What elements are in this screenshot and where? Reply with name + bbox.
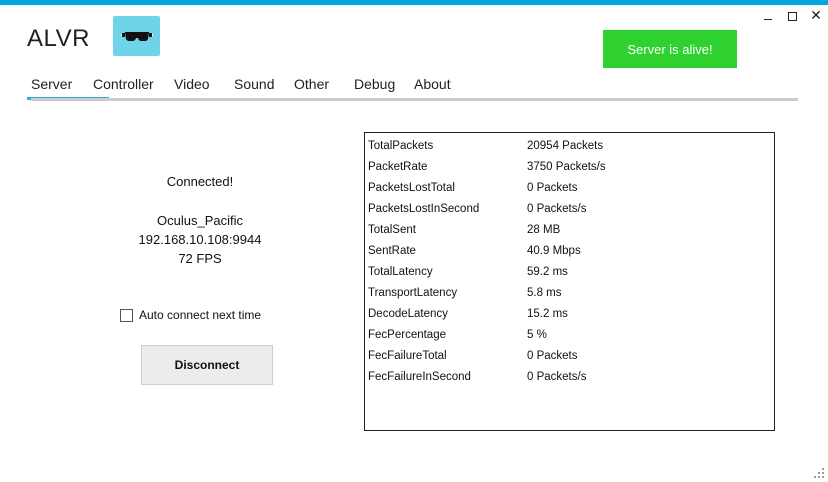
maximize-button[interactable] <box>780 7 804 25</box>
stat-name: TotalSent <box>368 223 416 236</box>
stat-value: 0 Packets/s <box>527 202 587 215</box>
tab-divider <box>31 98 798 101</box>
tab-video[interactable]: Video <box>174 74 234 100</box>
minimize-button[interactable] <box>756 7 780 25</box>
disconnect-button[interactable]: Disconnect <box>141 345 273 385</box>
stat-row: FecPercentage 5 % <box>365 324 774 345</box>
tab-bar: Server Controller Video Sound Other Debu… <box>27 74 464 100</box>
device-address: 192.168.10.108:9944 <box>138 232 262 247</box>
auto-connect-label: Auto connect next time <box>139 308 262 322</box>
tab-debug[interactable]: Debug <box>354 74 414 100</box>
stat-row: FecFailureTotal 0 Packets <box>365 345 774 366</box>
close-button[interactable]: ✕ <box>804 7 828 25</box>
app-title: ALVR <box>27 25 90 52</box>
window-accent-bar <box>0 0 828 5</box>
stat-row: PacketsLostTotal 0 Packets <box>365 177 774 198</box>
app-logo <box>113 16 160 56</box>
stat-row: PacketsLostInSecond 0 Packets/s <box>365 198 774 219</box>
tab-about[interactable]: About <box>414 74 464 100</box>
stat-value: 5 % <box>527 328 547 341</box>
stat-name: FecFailureInSecond <box>368 370 471 383</box>
stat-name: SentRate <box>368 244 416 257</box>
tab-controller[interactable]: Controller <box>93 74 174 100</box>
connection-status: Connected! <box>166 174 234 189</box>
stat-value: 15.2 ms <box>527 307 568 320</box>
tab-other[interactable]: Other <box>294 74 354 100</box>
device-name: Oculus_Pacific <box>157 213 243 228</box>
minimize-icon <box>764 18 772 20</box>
stat-row: FecFailureInSecond 0 Packets/s <box>365 366 774 387</box>
stat-name: TotalLatency <box>368 265 433 278</box>
stat-name: FecPercentage <box>368 328 446 341</box>
device-info: Oculus_Pacific 192.168.10.108:9944 72 FP… <box>100 211 300 268</box>
window-controls: ✕ <box>756 7 828 25</box>
stat-name: FecFailureTotal <box>368 349 447 362</box>
tab-sound[interactable]: Sound <box>234 74 294 100</box>
maximize-icon <box>787 11 797 21</box>
stat-name: TransportLatency <box>368 286 458 299</box>
stat-row: TransportLatency 5.8 ms <box>365 282 774 303</box>
stat-row: PacketRate 3750 Packets/s <box>365 156 774 177</box>
tab-server[interactable]: Server <box>27 74 109 100</box>
stat-row: SentRate 40.9 Mbps <box>365 240 774 261</box>
stat-value: 5.8 ms <box>527 286 562 299</box>
stat-row: TotalPackets 20954 Packets <box>365 135 774 156</box>
device-fps: 72 FPS <box>178 251 222 266</box>
stat-value: 0 Packets <box>527 181 578 194</box>
stat-value: 3750 Packets/s <box>527 160 606 173</box>
stat-value: 0 Packets/s <box>527 370 587 383</box>
stat-value: 59.2 ms <box>527 265 568 278</box>
stat-name: PacketsLostTotal <box>368 181 455 194</box>
auto-connect-checkbox[interactable] <box>120 308 133 322</box>
close-icon: ✕ <box>810 8 822 24</box>
statistics-panel: TotalPackets 20954 Packets PacketRate 3750… <box>364 132 775 431</box>
stat-value: 28 MB <box>527 223 561 236</box>
stat-row: TotalLatency 59.2 ms <box>365 261 774 282</box>
stat-name: DecodeLatency <box>368 307 448 320</box>
stat-value: 40.9 Mbps <box>527 244 581 257</box>
stat-row: TotalSent 28 MB <box>365 219 774 240</box>
stat-value: 0 Packets <box>527 349 578 362</box>
resize-grip-icon[interactable] <box>814 468 824 478</box>
server-status-badge: Server is alive! <box>603 30 737 68</box>
stat-value: 20954 Packets <box>527 139 604 152</box>
stat-row: DecodeLatency 15.2 ms <box>365 303 774 324</box>
auto-connect-option[interactable]: Auto connect next time <box>120 308 261 322</box>
stat-name: PacketRate <box>368 160 428 173</box>
vr-headset-icon <box>120 32 153 41</box>
stat-name: PacketsLostInSecond <box>368 202 480 215</box>
stat-name: TotalPackets <box>368 139 434 152</box>
